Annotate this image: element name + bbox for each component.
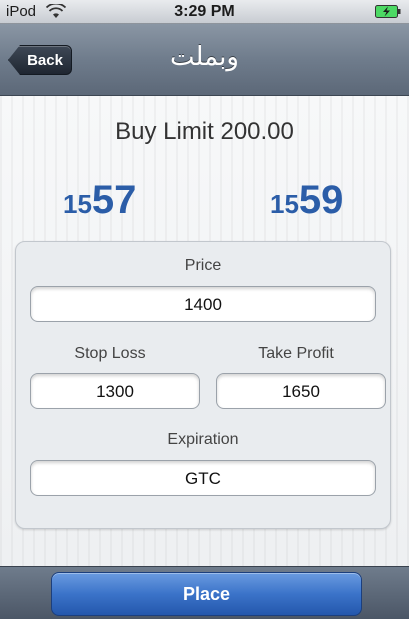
expiration-label: Expiration [167,431,239,448]
ask-price-prefix: 15 [270,189,299,219]
page-title: وبملت [170,42,239,72]
bid-price: 1557 [63,178,136,223]
stop-loss-label: Stop Loss [74,345,146,362]
take-profit-label: Take Profit [258,345,334,362]
bottom-toolbar: Place [0,566,409,619]
status-time: 3:29 PM [174,3,235,20]
order-form-panel: Price 1400 Stop Loss Take Profit 1300 16… [15,241,391,529]
bid-price-prefix: 15 [63,189,92,219]
expiration-field[interactable]: GTC [30,460,376,496]
price-field[interactable]: 1400 [30,286,376,322]
order-title: Buy Limit 200.00 [115,118,294,145]
order-content: Buy Limit 200.00 1557 1559 Price 1400 St… [0,96,409,566]
place-order-button[interactable]: Place [51,572,362,616]
bid-price-pips: 57 [91,178,137,222]
navigation-bar: Back وبملت [0,24,409,96]
price-label: Price [184,257,222,274]
take-profit-field[interactable]: 1650 [216,373,386,409]
ask-price: 1559 [270,178,343,223]
stop-loss-field[interactable]: 1300 [30,373,200,409]
status-bar: iPod 3:29 PM [0,0,409,24]
battery-charging-icon [375,5,401,18]
ask-price-pips: 59 [298,178,344,222]
